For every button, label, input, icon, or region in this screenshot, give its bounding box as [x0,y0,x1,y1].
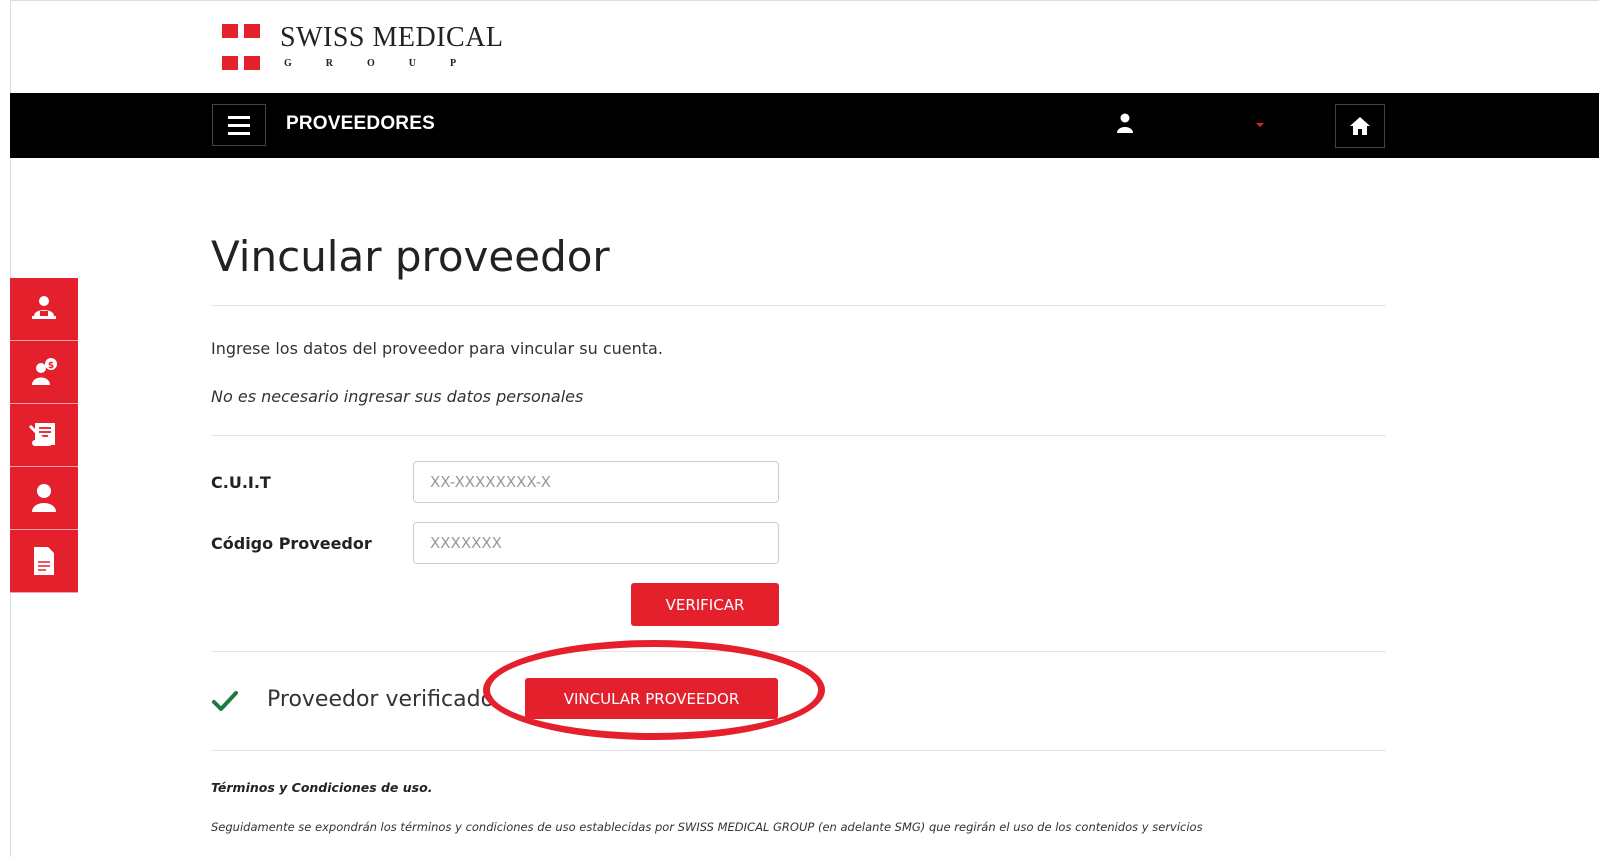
intro-text: Ingrese los datos del proveedor para vin… [211,339,663,358]
verify-button[interactable]: VERIFICAR [631,583,779,626]
verification-status: Proveedor verificado [267,687,495,712]
home-button[interactable] [1335,104,1385,148]
vincular-proveedor-button[interactable]: VINCULAR PROVEEDOR [525,678,778,719]
logo-square [222,56,238,70]
file-icon [34,547,54,575]
logo-brand-name: SWISS MEDICAL [280,22,504,53]
person-desk-icon [32,296,56,319]
logo-square [244,24,260,38]
terms-text: Seguidamente se expondrán los términos y… [211,820,1203,834]
menu-button[interactable] [212,104,266,146]
svg-text:$: $ [48,361,54,371]
menu-icon [228,131,250,135]
logo-brand-sub: GROUP [284,58,491,69]
codigo-proveedor-label: Código Proveedor [211,534,372,553]
sidebar-item-person-money[interactable]: $ [10,341,78,404]
sidebar-item-scroll-document[interactable] [10,404,78,467]
logo-square [244,56,260,70]
terms-title: Términos y Condiciones de uso. [211,780,433,795]
divider [211,435,1386,436]
check-icon [212,691,238,711]
sidebar-item-file[interactable] [10,530,78,593]
person-money-icon: $ [32,358,57,385]
menu-icon [228,115,250,119]
codigo-proveedor-input[interactable] [413,522,779,564]
divider [211,651,1386,652]
logo-square [222,24,238,38]
user-icon[interactable] [1116,113,1134,133]
caret-down-icon[interactable] [1256,123,1264,127]
cuit-label: C.U.I.T [211,473,271,492]
sidebar-item-person-desk[interactable] [10,278,78,341]
page-title: Vincular proveedor [211,232,610,281]
home-icon [1350,117,1370,135]
menu-icon [228,123,250,127]
note-text: No es necesario ingresar sus datos perso… [211,387,584,406]
sidebar-item-user[interactable] [10,467,78,530]
nav-title: PROVEEDORES [286,113,435,134]
cuit-input[interactable] [413,461,779,503]
divider [211,750,1386,751]
divider [211,305,1386,306]
scroll-document-icon [28,423,55,446]
user-icon [32,484,56,512]
side-toolbar: $ [10,278,78,593]
swiss-medical-logo[interactable]: SWISS MEDICAL GROUP [222,22,542,74]
